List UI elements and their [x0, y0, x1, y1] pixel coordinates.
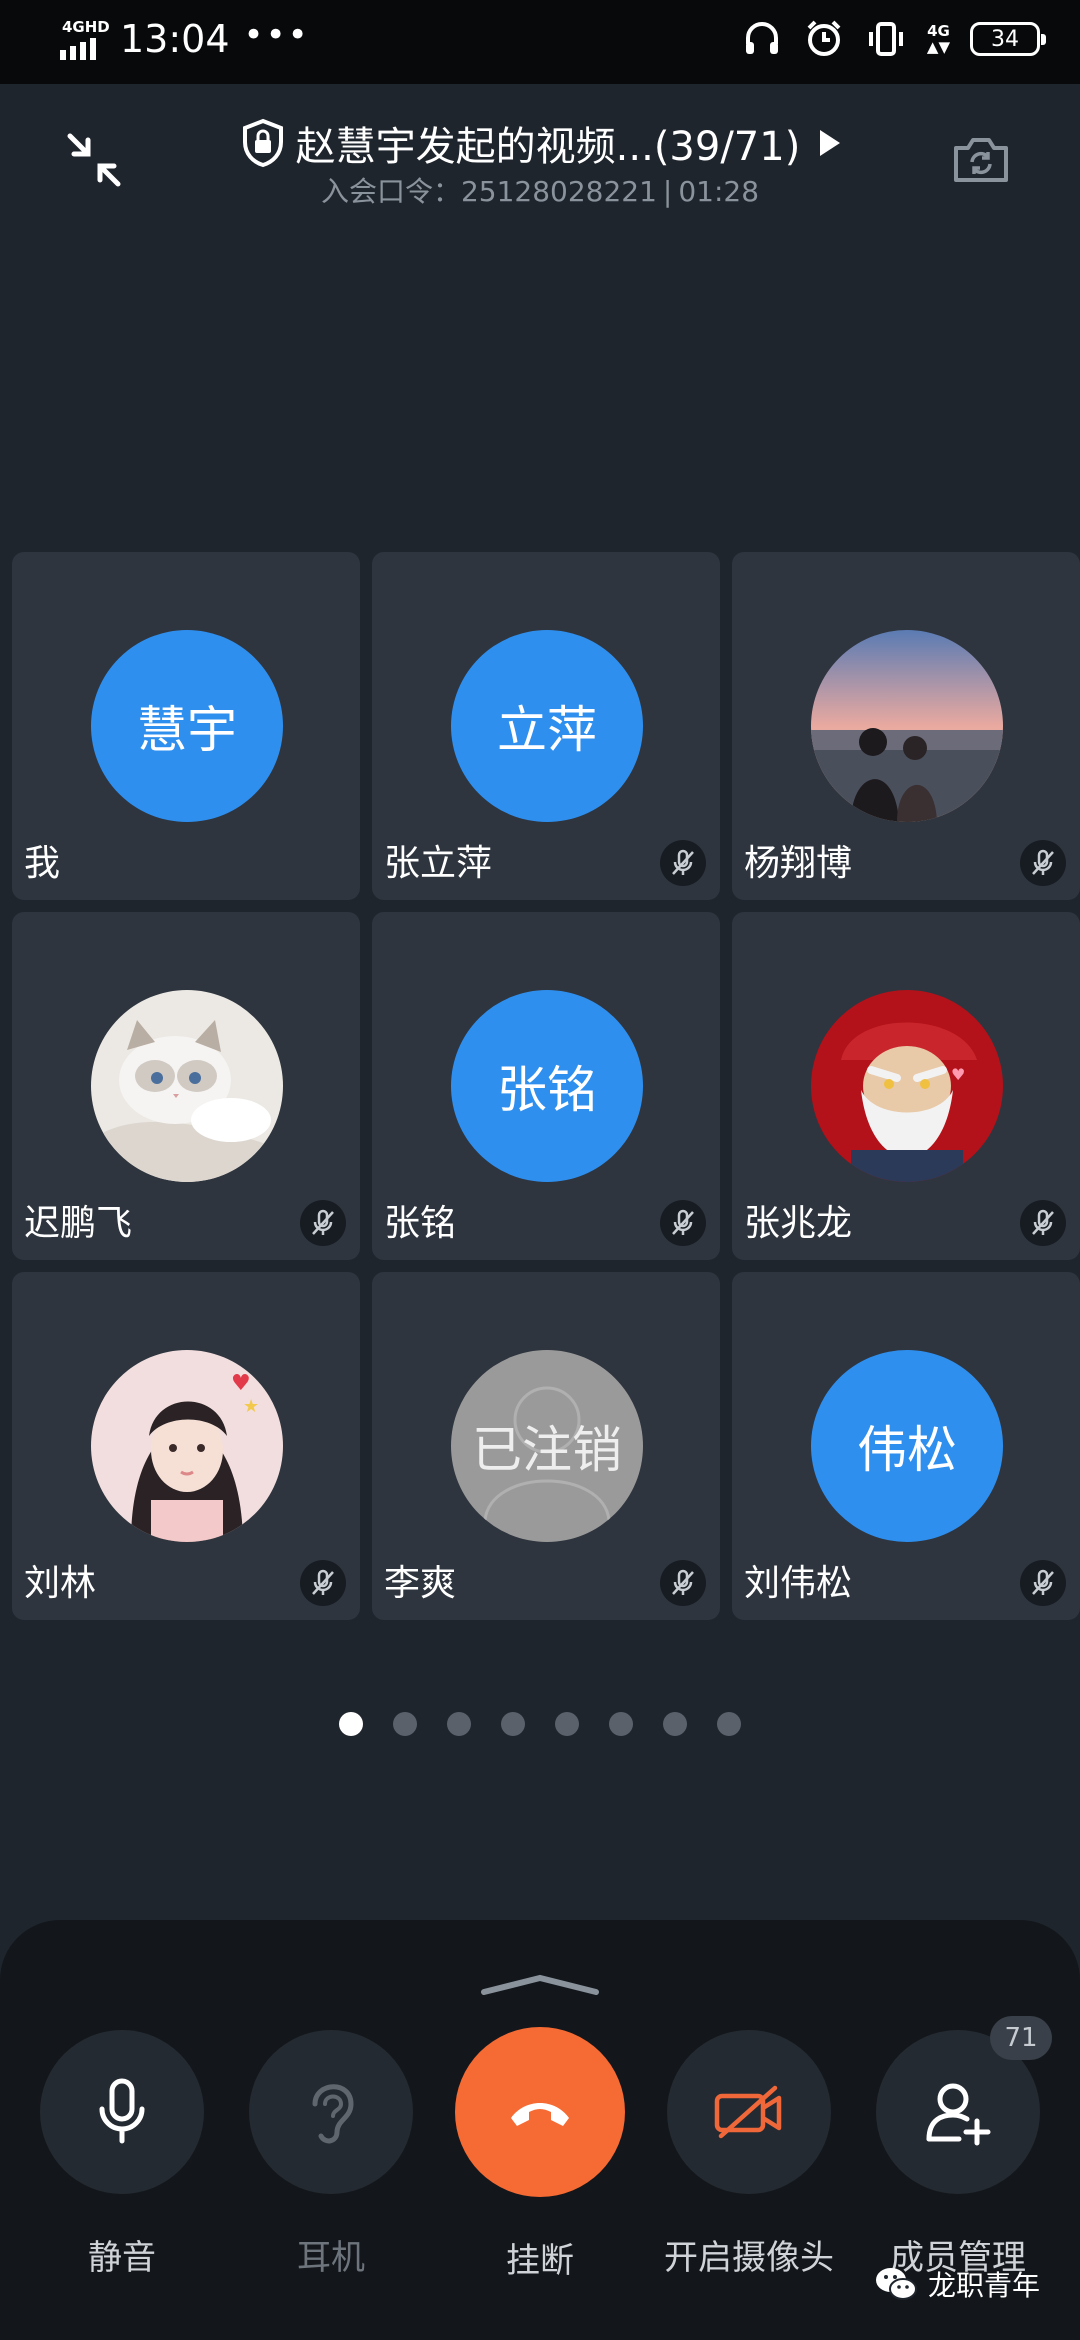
hangup-button[interactable]: 挂断 [455, 2027, 625, 2282]
meeting-duration: 01:28 [678, 175, 760, 208]
meeting-info: 入会口令：25128028221 | 01:28 [0, 170, 1080, 210]
participant-tile[interactable]: ♥ ★ 刘林 [12, 1272, 360, 1620]
participant-tile[interactable]: 慧宇 我 [12, 552, 360, 900]
page-dot[interactable] [717, 1712, 741, 1736]
page-dot[interactable] [339, 1712, 363, 1736]
expand-handle-icon[interactable] [480, 1972, 600, 1996]
alarm-icon [807, 20, 841, 56]
page-dot[interactable] [555, 1712, 579, 1736]
mic-muted-icon [300, 1200, 346, 1246]
avatar-photo-sunset [811, 630, 1003, 822]
participant-name: 刘伟松 [744, 1563, 853, 1604]
participant-name: 刘林 [24, 1563, 97, 1604]
status-bar: 4GHD 13:04 ••• 4G ▲▼ 34 [0, 0, 1080, 84]
participant-name: 张立萍 [384, 843, 493, 884]
participant-name: 李爽 [384, 1563, 457, 1604]
svg-text:★: ★ [243, 1396, 259, 1417]
vibrate-icon [868, 22, 903, 56]
hangup-phone-icon [511, 2103, 569, 2126]
watermark: 龙职青年 [874, 2264, 1040, 2304]
more-notifications-icon: ••• [243, 15, 310, 55]
mute-button[interactable]: 静音 [40, 2030, 204, 2279]
avatar-photo-cat [91, 990, 283, 1182]
deactivated-label: 已注销 [472, 1421, 622, 1479]
participant-tile[interactable]: ♥ 张兆龙 [732, 912, 1080, 1260]
avatar: 张铭 [451, 990, 643, 1182]
ear-icon [312, 2084, 354, 2144]
camera-off-icon [714, 2085, 782, 2139]
member-management-button[interactable]: 71 成员管理 [876, 2016, 1052, 2279]
participant-tile[interactable]: 立萍 张立萍 [372, 552, 720, 900]
participant-tile[interactable]: 张铭 张铭 [372, 912, 720, 1260]
earpiece-label: 耳机 [297, 2238, 365, 2278]
meeting-code: 入会口令：25128028221 [320, 175, 657, 208]
mic-muted-icon [1020, 1560, 1066, 1606]
switch-camera-icon[interactable] [952, 134, 1010, 184]
participant-tile[interactable]: 杨翔博 [732, 552, 1080, 900]
separator: | [662, 175, 673, 208]
avatar: 伟松 [811, 1350, 1003, 1542]
camera-label: 开启摄像头 [664, 2238, 834, 2278]
mic-muted-icon [300, 1560, 346, 1606]
avatar: 已注销 [451, 1350, 643, 1542]
mic-muted-icon [660, 1560, 706, 1606]
mic-muted-icon [1020, 1200, 1066, 1246]
page-indicator[interactable] [0, 1712, 1080, 1736]
camera-button[interactable]: 开启摄像头 [664, 2030, 834, 2279]
network-type-icon: 4G ▲▼ [926, 22, 950, 56]
wechat-icon [875, 2268, 917, 2300]
mute-label: 静音 [88, 2238, 156, 2278]
mic-muted-icon [1020, 840, 1066, 886]
earpiece-button[interactable]: 耳机 [249, 2030, 413, 2279]
meeting-header: 赵慧宇发起的视频...(39/71) 入会口令：25128028221 | 01:2… [0, 84, 1080, 234]
meeting-title-text: 赵慧宇发起的视频...(39/71) [295, 124, 801, 170]
svg-text:♥: ♥ [951, 1065, 965, 1084]
headset-icon [745, 22, 778, 54]
page-dot[interactable] [447, 1712, 471, 1736]
participant-tile[interactable]: 迟鹏飞 [12, 912, 360, 1260]
mic-muted-icon [660, 1200, 706, 1246]
cellular-signal-icon: 4GHD [58, 14, 110, 64]
add-member-icon [926, 2083, 991, 2146]
battery-icon: 34 [970, 22, 1046, 56]
shield-lock-icon [242, 118, 283, 168]
participant-name: 迟鹏飞 [24, 1203, 133, 1244]
svg-text:♥: ♥ [231, 1371, 251, 1396]
avatar-photo-character: ♥ [811, 990, 1003, 1182]
page-dot[interactable] [393, 1712, 417, 1736]
page-dot[interactable] [609, 1712, 633, 1736]
microphone-icon [99, 2078, 145, 2144]
participant-name: 杨翔博 [744, 843, 853, 884]
participant-name: 我 [24, 843, 61, 884]
participant-name: 张铭 [384, 1203, 457, 1244]
participant-tile[interactable]: 已注销 李爽 [372, 1272, 720, 1620]
hangup-label: 挂断 [506, 2241, 574, 2281]
meeting-title[interactable]: 赵慧宇发起的视频...(39/71) [0, 114, 1080, 172]
avatar: 慧宇 [91, 630, 283, 822]
avatar: 立萍 [451, 630, 643, 822]
participant-name: 张兆龙 [744, 1203, 853, 1244]
avatar-photo-girl: ♥ ★ [91, 1350, 283, 1542]
watermark-text: 龙职青年 [927, 2269, 1040, 2302]
play-arrow-icon [820, 130, 841, 156]
clock: 13:04 [120, 17, 230, 61]
page-dot[interactable] [663, 1712, 687, 1736]
participant-tile[interactable]: 伟松 刘伟松 [732, 1272, 1080, 1620]
member-count-badge: 71 [990, 2016, 1052, 2060]
page-dot[interactable] [501, 1712, 525, 1736]
mic-muted-icon [660, 840, 706, 886]
